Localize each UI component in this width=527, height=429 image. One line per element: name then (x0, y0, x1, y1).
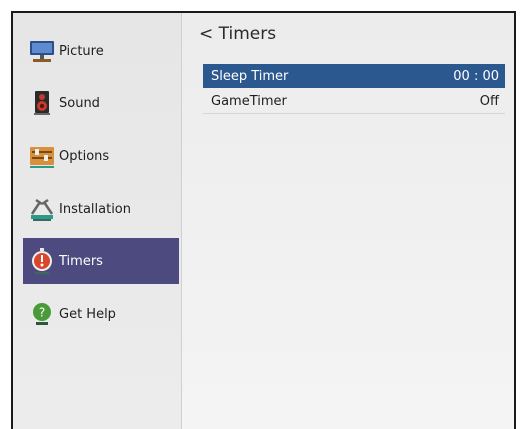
game-timer-label: GameTimer (211, 93, 287, 109)
sidebar-item-label: Picture (59, 43, 104, 59)
sidebar-item-label: Timers (59, 253, 103, 269)
sleep-timer-label: Sleep Timer (211, 68, 289, 84)
stopwatch-icon (32, 248, 52, 274)
sidebar-item-timers[interactable]: Timers (23, 238, 179, 284)
sidebar-item-label: Installation (59, 201, 132, 217)
sidebar-item-sound[interactable]: Sound (23, 80, 179, 126)
page-title[interactable]: < Timers (199, 24, 276, 44)
game-timer-row[interactable]: GameTimer Off (203, 89, 505, 113)
sidebar-item-label: Sound (59, 95, 100, 111)
sidebar-item-get-help[interactable]: ? Get Help (23, 291, 179, 337)
tv-bezel: Picture Sound Options Installation Timer… (11, 11, 516, 429)
tools-icon (30, 198, 54, 221)
help-icon: ? (33, 303, 51, 325)
sidebar-item-options[interactable]: Options (23, 133, 179, 179)
monitor-icon (30, 41, 54, 62)
sidebar-item-label: Get Help (59, 306, 116, 322)
sleep-timer-value: 00 : 00 (453, 68, 499, 84)
row-divider (203, 113, 505, 114)
sidebar-menu: Picture Sound Options Installation Timer… (13, 13, 182, 429)
speaker-icon (34, 91, 50, 115)
sidebar-item-installation[interactable]: Installation (23, 186, 179, 232)
sidebar-item-picture[interactable]: Picture (23, 28, 179, 74)
svg-text:?: ? (39, 306, 45, 320)
options-panel-icon (30, 147, 54, 168)
tv-screen: Picture Sound Options Installation Timer… (13, 13, 514, 429)
game-timer-value: Off (479, 93, 499, 109)
sidebar-item-label: Options (59, 148, 110, 164)
sleep-timer-row[interactable]: Sleep Timer 00 : 00 (203, 64, 505, 88)
